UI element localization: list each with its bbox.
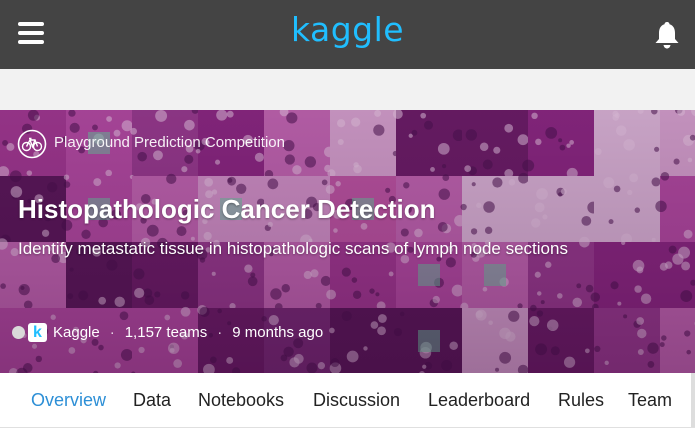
competition-tabs: Overview Data Notebooks Discussion Leade… xyxy=(0,373,695,428)
host-link[interactable]: Kaggle xyxy=(53,324,100,341)
kaggle-logo[interactable]: kaggle xyxy=(0,10,695,49)
bicycle-icon xyxy=(17,129,47,159)
competition-type-label: Playground Prediction Competition xyxy=(54,134,285,151)
teams-count[interactable]: 1,157 teams xyxy=(125,324,208,341)
top-bar: kaggle xyxy=(0,0,695,69)
competition-title: Histopathologic Cancer Detection xyxy=(18,194,436,224)
competition-meta: k Kaggle · 1,157 teams · 9 months ago xyxy=(12,321,323,343)
bell-icon[interactable] xyxy=(653,20,681,50)
tab-rules[interactable]: Rules xyxy=(558,390,604,411)
tab-team[interactable]: Team xyxy=(628,390,672,411)
meta-separator: · xyxy=(217,323,223,341)
tab-data[interactable]: Data xyxy=(133,390,171,411)
tab-overview[interactable]: Overview xyxy=(31,390,106,411)
kaggle-host-icon: k xyxy=(28,322,47,342)
notification-strip xyxy=(0,69,695,110)
meta-separator: · xyxy=(109,323,115,341)
tab-discussion[interactable]: Discussion xyxy=(313,390,400,411)
competition-header: Playground Prediction Competition Histop… xyxy=(0,110,695,373)
avatar xyxy=(12,325,25,339)
time-ago: 9 months ago xyxy=(232,323,324,341)
tabs-scroll-edge xyxy=(691,373,695,427)
competition-subtitle: Identify metastatic tissue in histopatho… xyxy=(18,239,568,258)
tab-notebooks[interactable]: Notebooks xyxy=(198,390,284,411)
tab-leaderboard[interactable]: Leaderboard xyxy=(428,390,530,411)
